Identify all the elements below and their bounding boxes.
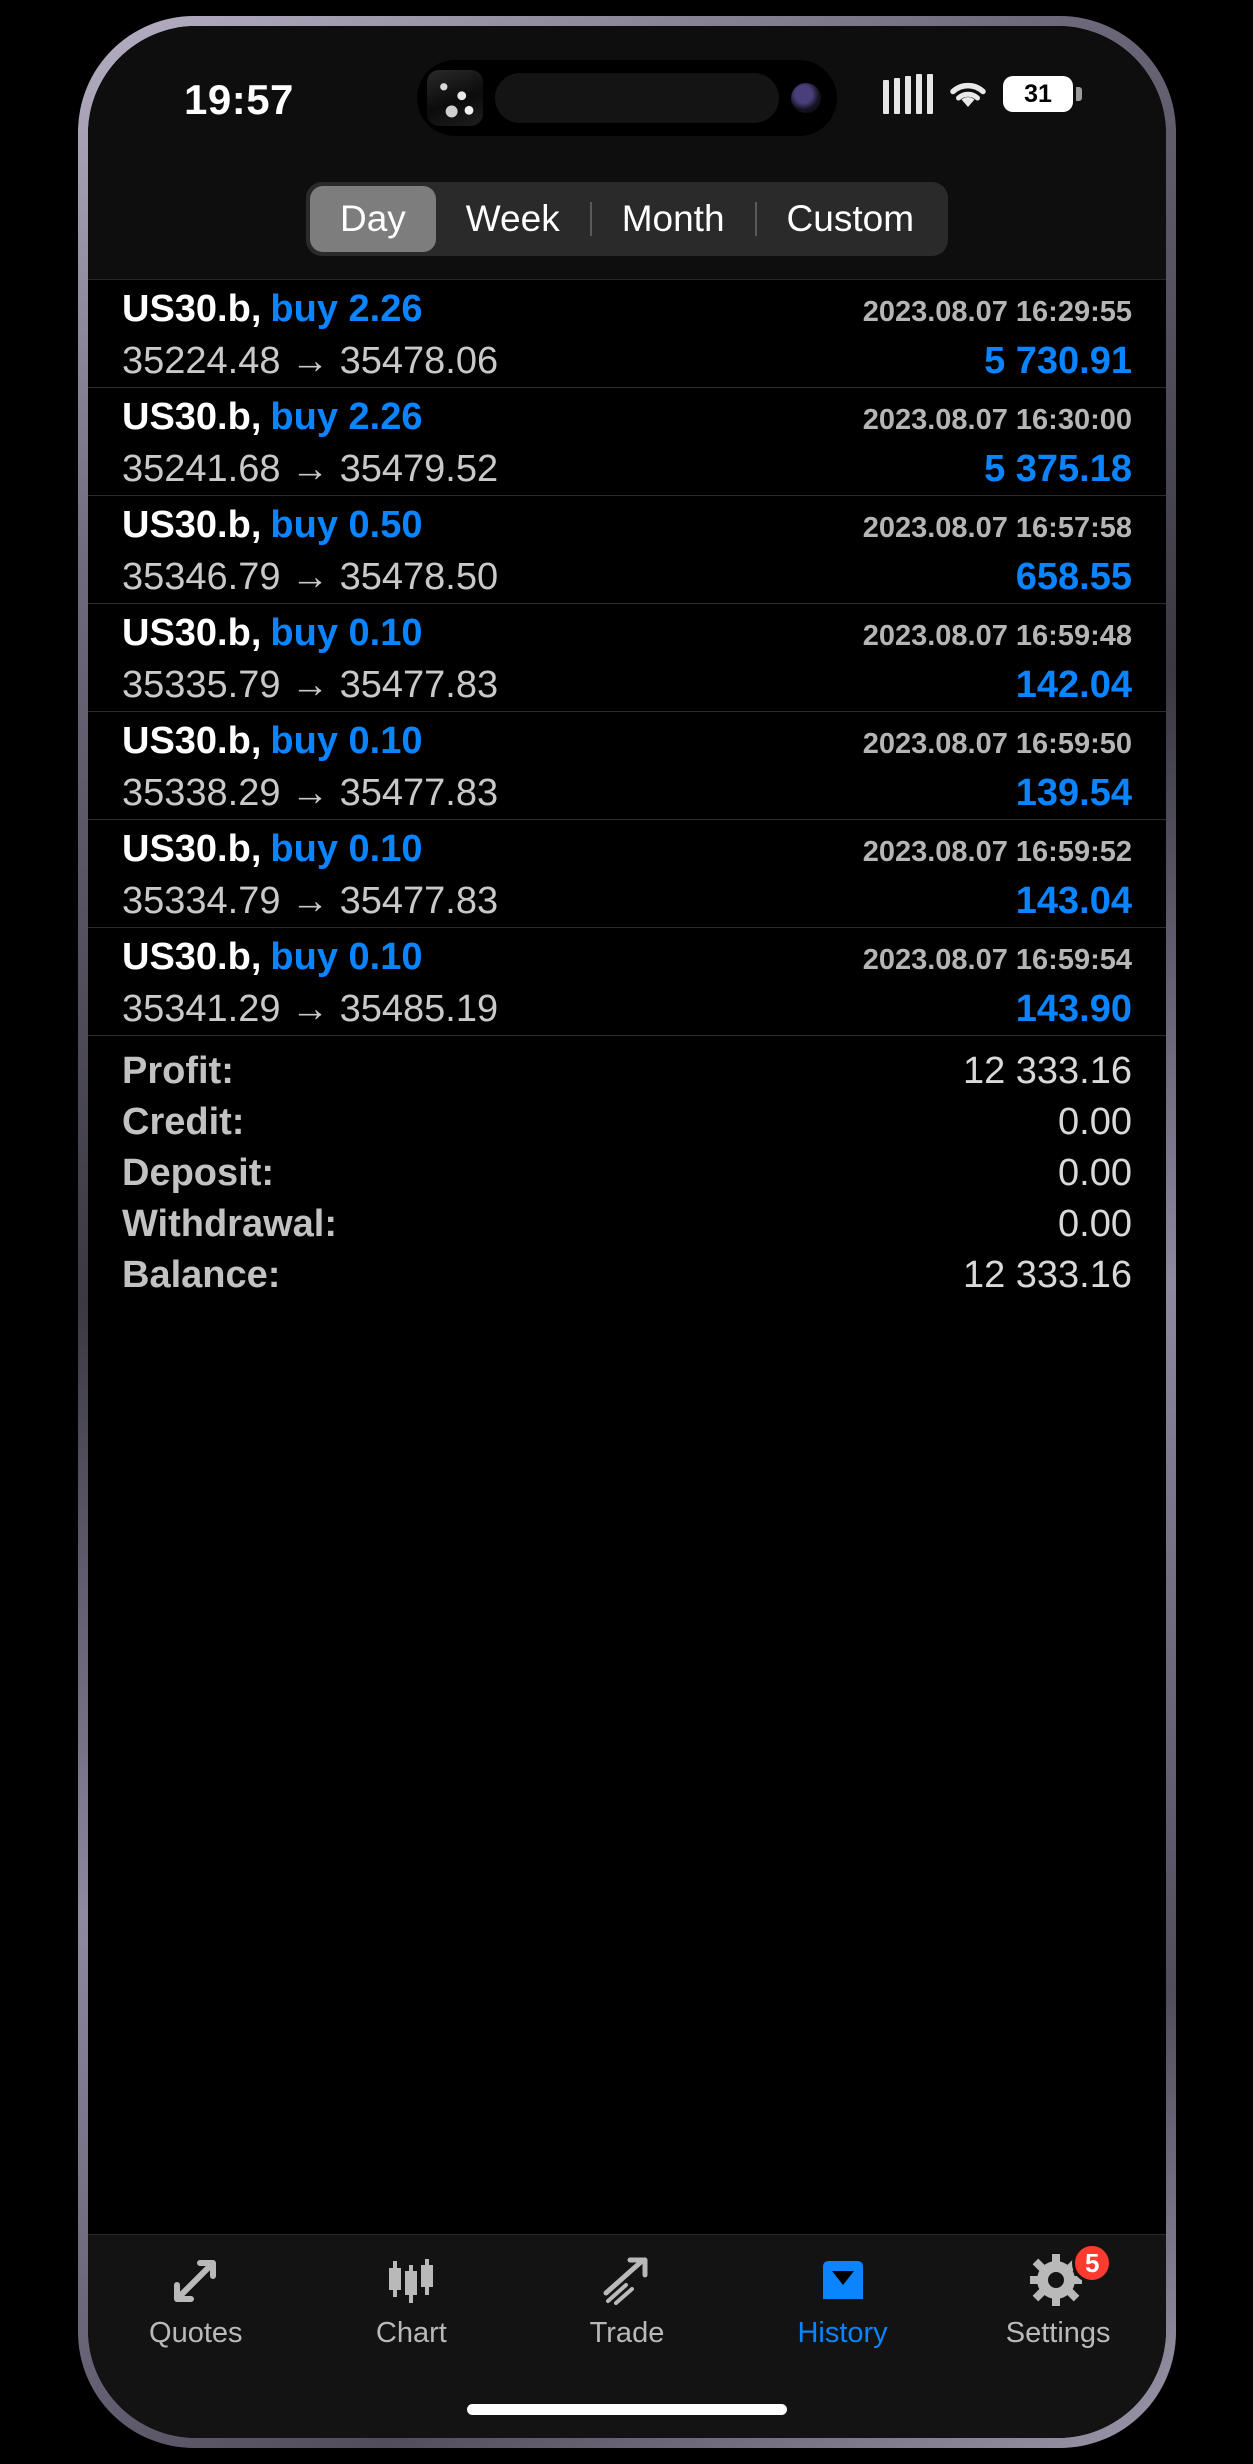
deal-timestamp: 2023.08.07 16:57:58 [862,512,1132,544]
deal-price-range: 35341.29 → 35485.19 [122,988,499,1030]
deal-side-volume: buy 0.10 [270,720,423,762]
trend-up-arrow-icon [596,2247,658,2313]
period-tab-day[interactable]: Day [309,185,436,252]
summary-label: Deposit: [122,1152,274,1194]
deal-price-range: 35338.29 → 35477.83 [122,772,499,814]
deal-price-range: 35241.68 → 35479.52 [122,448,499,490]
deal-symbol: US30.b, [122,720,262,762]
deal-profit: 658.55 [1015,556,1132,598]
tab-chart[interactable]: Chart [304,2247,520,2350]
deal-row[interactable]: US30.b, buy 0.10 2023.08.07 16:59:52 3533… [88,820,1166,928]
empty-list-area [88,1323,1166,2234]
deal-profit: 5 375.18 [984,448,1132,490]
deal-timestamp: 2023.08.07 16:59:54 [862,944,1132,976]
tab-settings[interactable]: 5 Settings [950,2243,1166,2350]
summary-row-credit: Credit: 0.00 [122,1101,1132,1152]
tab-quotes[interactable]: Quotes [88,2247,304,2350]
summary-value: 0.00 [1058,1101,1132,1143]
archive-box-icon [812,2247,874,2313]
deal-price-range: 35335.79 → 35477.83 [122,664,499,706]
status-bar-indicators: 31 [883,74,1082,114]
cellular-signal-icon [883,74,933,114]
deal-side-volume: buy 0.10 [270,828,423,870]
deal-side-volume: buy 0.10 [270,936,423,978]
deal-price-range: 35224.48 → 35478.06 [122,340,499,382]
deal-profit: 143.90 [1015,988,1132,1030]
summary-value: 0.00 [1058,1152,1132,1194]
summary-row-withdrawal: Withdrawal: 0.00 [122,1203,1132,1254]
bottom-tab-bar: Quotes Chart Trade History 5 Settings [88,2234,1166,2380]
deal-row[interactable]: US30.b, buy 0.10 2023.08.07 16:59:50 3533… [88,712,1166,820]
summary-value: 12 333.16 [962,1254,1132,1296]
battery-icon: 31 [1003,76,1082,112]
deal-row[interactable]: US30.b, buy 2.26 2023.08.07 16:30:00 3524… [88,388,1166,496]
deal-price-range: 35334.79 → 35477.83 [122,880,499,922]
deal-symbol: US30.b, [122,612,262,654]
tab-history[interactable]: History [735,2247,951,2350]
wifi-icon [947,78,989,110]
summary-row-balance: Balance: 12 333.16 [122,1254,1132,1305]
summary-value: 0.00 [1058,1203,1132,1245]
summary-row-profit: Profit: 12 333.16 [122,1050,1132,1101]
live-activity-thumbnail[interactable] [427,70,483,126]
gear-icon: 5 [1027,2243,1113,2313]
settings-badge: 5 [1072,2243,1113,2283]
deal-profit: 143.04 [1015,880,1132,922]
candlestick-icon [380,2247,442,2313]
tab-label: Settings [1005,2317,1111,2349]
deal-symbol: US30.b, [122,288,262,330]
deal-timestamp: 2023.08.07 16:59:50 [862,728,1132,760]
deal-symbol: US30.b, [122,504,262,546]
home-indicator[interactable] [467,2403,787,2415]
battery-percent-label: 31 [1024,79,1052,108]
deal-side-volume: buy 2.26 [270,288,423,330]
dynamic-island[interactable] [417,60,837,136]
deal-row[interactable]: US30.b, buy 0.10 2023.08.07 16:59:54 3534… [88,928,1166,1036]
home-indicator-area [88,2380,1166,2438]
summary-row-deposit: Deposit: 0.00 [122,1152,1132,1203]
tab-trade[interactable]: Trade [519,2247,735,2350]
tab-label: Chart [375,2317,447,2349]
period-tab-week[interactable]: Week [436,186,590,252]
period-tab-custom[interactable]: Custom [757,186,944,252]
deal-timestamp: 2023.08.07 16:59:52 [862,836,1132,868]
summary-label: Credit: [122,1101,245,1143]
status-bar: 19:57 31 [88,26,1166,158]
period-filter-bar: Day Week Month Custom [88,158,1166,280]
deal-profit: 5 730.91 [984,340,1132,382]
summary-label: Withdrawal: [122,1203,337,1245]
period-segmented-control[interactable]: Day Week Month Custom [305,181,949,256]
period-tab-month[interactable]: Month [592,186,755,252]
summary-label: Profit: [122,1050,234,1092]
deal-side-volume: buy 0.50 [270,504,423,546]
deal-timestamp: 2023.08.07 16:30:00 [862,404,1132,436]
phone-bezel: 19:57 31 Day Week Month Custom US30.b, b… [88,26,1166,2438]
deal-price-range: 35346.79 → 35478.50 [122,556,499,598]
tab-label: History [797,2317,888,2349]
phone-screen: 19:57 31 Day Week Month Custom US30.b, b… [88,26,1166,2438]
deal-side-volume: buy 2.26 [270,396,423,438]
deal-timestamp: 2023.08.07 16:29:55 [862,296,1132,328]
status-bar-time: 19:57 [184,76,294,123]
front-camera-icon [791,83,821,113]
deal-symbol: US30.b, [122,936,262,978]
summary-label: Balance: [122,1254,281,1296]
deal-symbol: US30.b, [122,828,262,870]
deal-timestamp: 2023.08.07 16:59:48 [862,620,1132,652]
tab-label: Trade [589,2317,665,2349]
dynamic-island-pill [495,73,779,123]
deal-row[interactable]: US30.b, buy 0.50 2023.08.07 16:57:58 3534… [88,496,1166,604]
tab-label: Quotes [149,2317,243,2349]
deal-row[interactable]: US30.b, buy 2.26 2023.08.07 16:29:55 3522… [88,280,1166,388]
deal-profit: 139.54 [1015,772,1132,814]
deal-history-list[interactable]: US30.b, buy 2.26 2023.08.07 16:29:55 3522… [88,280,1166,1036]
phone-frame: 19:57 31 Day Week Month Custom US30.b, b… [78,16,1176,2448]
deal-symbol: US30.b, [122,396,262,438]
summary-value: 12 333.16 [962,1050,1132,1092]
two-way-arrows-icon [165,2247,227,2313]
account-summary: Profit: 12 333.16 Credit: 0.00 Deposit: … [88,1036,1166,1323]
deal-row[interactable]: US30.b, buy 0.10 2023.08.07 16:59:48 3533… [88,604,1166,712]
deal-profit: 142.04 [1015,664,1132,706]
deal-side-volume: buy 0.10 [270,612,423,654]
